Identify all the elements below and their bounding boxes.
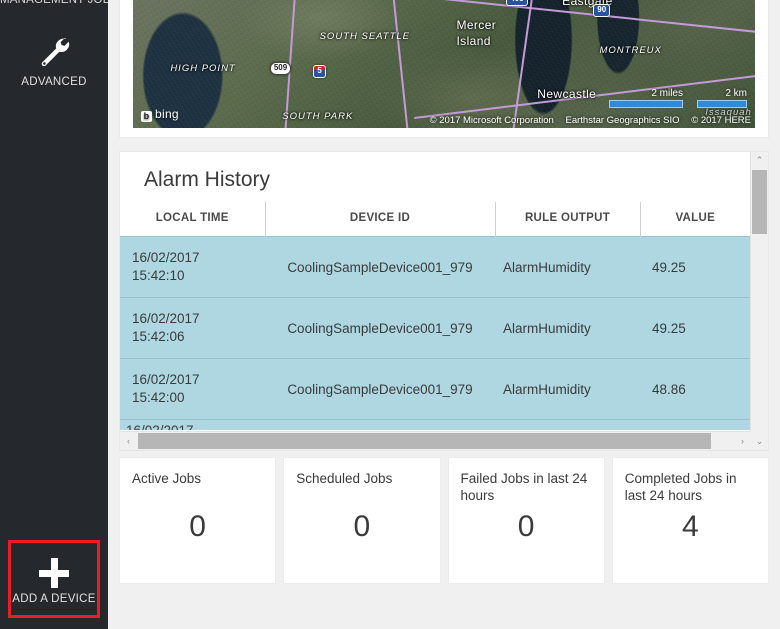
- map-scale-km-bar: [697, 100, 747, 108]
- sidebar-item-advanced[interactable]: ADVANCED: [0, 34, 108, 88]
- map-scale-km: 2 km: [697, 88, 747, 108]
- cell-rule-output: AlarmHumidity: [495, 236, 640, 298]
- sidebar: MANAGEMENT JOBS ADVANCED ADD A DEVICE: [0, 0, 108, 629]
- table-row[interactable]: 16/02/2017 15:42:10 CoolingSampleDevice0…: [120, 236, 750, 298]
- map-label: HIGH POINT: [170, 63, 236, 75]
- bing-map[interactable]: SOUTH SEATTLE HIGH POINT SOUTH PARK Merc…: [133, 0, 755, 128]
- map-label: Island: [456, 34, 491, 49]
- kpi-label: Failed Jobs in last 24 hours: [460, 471, 588, 504]
- kpi-value: 0: [517, 510, 535, 543]
- bing-logo[interactable]: b bing: [141, 107, 179, 122]
- cell-local-time: 16/02/2017 15:42:10: [120, 236, 265, 298]
- kpi-label: Scheduled Jobs: [296, 471, 393, 486]
- cell-time: 15:42:10: [132, 268, 185, 283]
- cell-date: 16/02/2017: [132, 371, 200, 387]
- main-content: SOUTH SEATTLE HIGH POINT SOUTH PARK Merc…: [108, 0, 780, 629]
- cell-date: 16/02/2017: [132, 310, 200, 326]
- kpi-value: 0: [353, 510, 371, 543]
- cell-value: 48.86: [640, 358, 750, 420]
- sidebar-item-management-jobs[interactable]: MANAGEMENT JOBS: [0, 0, 108, 6]
- column-header-local-time[interactable]: LOCAL TIME: [120, 202, 265, 237]
- column-header-device-id[interactable]: DEVICE ID: [264, 202, 495, 237]
- cell-time: 15:42:06: [132, 329, 185, 344]
- cell-device-id: [265, 419, 495, 430]
- cell-rule-output: AlarmHumidity: [495, 297, 640, 359]
- table-row[interactable]: 16/02/2017: [120, 419, 750, 430]
- map-scale-miles-label: 2 miles: [651, 88, 683, 99]
- map-label: Newcastle: [537, 86, 597, 101]
- kpi-label: Completed Jobs in last 24 hours: [624, 471, 737, 504]
- highway-shield-icon: 5: [313, 64, 326, 78]
- kpi-value: 4: [682, 510, 699, 543]
- vertical-scrollbar[interactable]: ⌃ ⌄: [750, 152, 768, 450]
- map-scale-miles-bar: [609, 100, 683, 108]
- map-label: SOUTH SEATTLE: [319, 31, 411, 43]
- kpi-card-failed-jobs[interactable]: Failed Jobs in last 24 hours 0: [448, 458, 604, 583]
- kpi-row: Active Jobs 0 Scheduled Jobs 0 Failed Jo…: [120, 458, 768, 583]
- kpi-value: 0: [189, 510, 206, 543]
- sidebar-item-advanced-label: ADVANCED: [21, 76, 87, 88]
- alarm-history-card: Alarm History LOCAL TIME DEVICE ID RULE …: [120, 152, 768, 450]
- map-label: Mercer: [456, 17, 497, 32]
- horizontal-scrollbar-thumb[interactable]: [138, 433, 711, 449]
- alarm-history-table-viewport: LOCAL TIME DEVICE ID RULE OUTPUT VALUE 1…: [120, 202, 750, 430]
- map-attribution-here: © 2017 HERE: [691, 115, 751, 126]
- bing-mark-icon: b: [141, 111, 152, 122]
- map-scale-miles: 2 miles: [609, 88, 683, 108]
- cell-time: 15:42:00: [132, 390, 185, 405]
- cell-value: [640, 419, 750, 430]
- kpi-label: Active Jobs: [132, 471, 202, 486]
- highway-shield-icon: 509: [269, 61, 292, 75]
- cell-device-id: CoolingSampleDevice001_979: [265, 297, 495, 359]
- table-row[interactable]: 16/02/2017 15:42:00 CoolingSampleDevice0…: [120, 358, 750, 420]
- alarm-history-title: Alarm History: [144, 168, 271, 191]
- map-attribution-earthstar: Earthstar Geographics SIO: [565, 115, 680, 126]
- map-attribution-microsoft: © 2017 Microsoft Corporation: [429, 115, 554, 126]
- scroll-right-arrow-icon[interactable]: ›: [734, 432, 751, 450]
- bing-logo-label: bing: [155, 107, 179, 121]
- map-scale-km-label: 2 km: [725, 88, 747, 99]
- dashboard-page: MANAGEMENT JOBS ADVANCED ADD A DEVICE SO…: [0, 0, 780, 629]
- cell-value: 49.25: [640, 236, 750, 298]
- sidebar-item-add-a-device[interactable]: ADD A DEVICE: [8, 540, 100, 618]
- scroll-up-arrow-icon[interactable]: ⌃: [751, 152, 768, 169]
- kpi-card-active-jobs[interactable]: Active Jobs 0: [120, 458, 276, 583]
- cell-device-id: CoolingSampleDevice001_979: [265, 358, 495, 420]
- cell-rule-output: AlarmHumidity: [495, 358, 640, 420]
- map-scale-bar: 2 miles 2 km: [609, 88, 747, 108]
- kpi-card-completed-jobs[interactable]: Completed Jobs in last 24 hours 4: [612, 458, 768, 583]
- plus-icon: [11, 553, 97, 593]
- cell-date: 16/02/2017: [132, 249, 200, 265]
- alarm-history-table: LOCAL TIME DEVICE ID RULE OUTPUT VALUE 1…: [120, 202, 750, 430]
- table-header-row: LOCAL TIME DEVICE ID RULE OUTPUT VALUE: [120, 202, 750, 237]
- kpi-card-scheduled-jobs[interactable]: Scheduled Jobs 0: [284, 458, 440, 583]
- cell-rule-output: [495, 419, 640, 430]
- highway-shield-icon: 90: [593, 3, 611, 17]
- map-label: SOUTH PARK: [282, 111, 354, 123]
- map-card: SOUTH SEATTLE HIGH POINT SOUTH PARK Merc…: [120, 0, 768, 137]
- cell-local-time: 16/02/2017: [120, 419, 265, 430]
- cell-local-time: 16/02/2017 15:42:00: [120, 358, 265, 420]
- scroll-left-arrow-icon[interactable]: ‹: [120, 432, 137, 450]
- map-attribution: © 2017 Microsoft Corporation Earthstar G…: [421, 115, 751, 126]
- cell-value: 49.25: [640, 297, 750, 359]
- column-header-value[interactable]: VALUE: [639, 202, 750, 237]
- table-row[interactable]: 16/02/2017 15:42:06 CoolingSampleDevice0…: [120, 297, 750, 359]
- highway-shield-icon: 405: [506, 0, 528, 6]
- sidebar-item-add-a-device-label: ADD A DEVICE: [12, 593, 96, 605]
- horizontal-scrollbar[interactable]: ‹ ›: [120, 431, 751, 450]
- column-header-rule-output[interactable]: RULE OUTPUT: [494, 202, 640, 237]
- map-label: MONTREUX: [599, 45, 662, 57]
- wrench-icon: [0, 34, 108, 76]
- scroll-down-arrow-icon[interactable]: ⌄: [751, 433, 768, 450]
- cell-device-id: CoolingSampleDevice001_979: [265, 236, 495, 298]
- cell-local-time: 16/02/2017 15:42:06: [120, 297, 265, 359]
- vertical-scrollbar-thumb[interactable]: [752, 170, 767, 234]
